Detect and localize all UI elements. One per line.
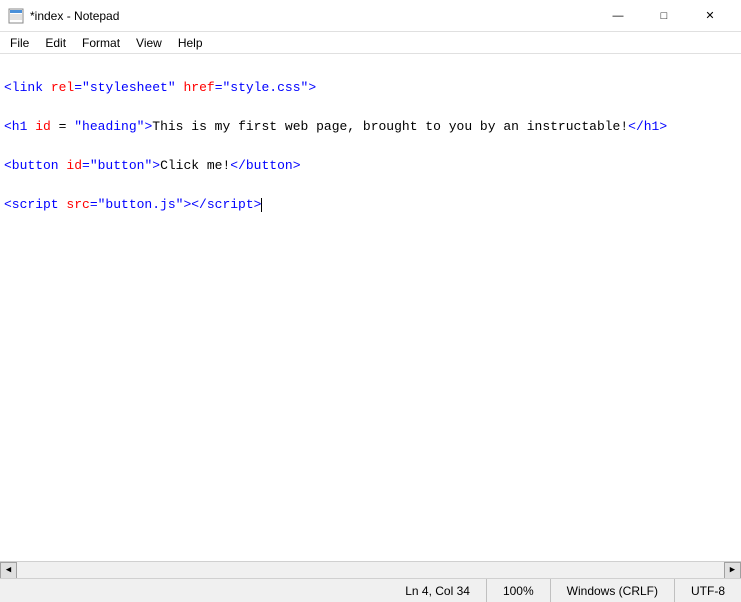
line-3: <button id="button">Click me!</button>	[4, 156, 737, 176]
menu-bar: File Edit Format View Help	[0, 32, 741, 54]
line-1: <link rel="stylesheet" href="style.css">	[4, 78, 737, 98]
editor-container: <link rel="stylesheet" href="style.css">…	[0, 54, 741, 578]
title-bar-left: *index - Notepad	[8, 8, 119, 24]
scroll-left-arrow[interactable]: ◀	[0, 562, 17, 579]
menu-edit[interactable]: Edit	[37, 34, 74, 52]
line-2: <h1 id = "heading">This is my first web …	[4, 117, 737, 137]
status-bar: Ln 4, Col 34 100% Windows (CRLF) UTF-8	[0, 578, 741, 602]
menu-format[interactable]: Format	[74, 34, 128, 52]
editor-area[interactable]: <link rel="stylesheet" href="style.css">…	[0, 54, 741, 561]
status-encoding: UTF-8	[675, 579, 741, 602]
scroll-track[interactable]	[17, 562, 724, 578]
close-button[interactable]: ✕	[687, 0, 733, 32]
title-bar-controls: — □ ✕	[595, 0, 733, 32]
menu-help[interactable]: Help	[170, 34, 211, 52]
scroll-right-arrow[interactable]: ▶	[724, 562, 741, 579]
window-title: *index - Notepad	[30, 9, 119, 23]
app-icon	[8, 8, 24, 24]
horizontal-scrollbar[interactable]: ◀ ▶	[0, 561, 741, 578]
menu-view[interactable]: View	[128, 34, 170, 52]
status-line-ending: Windows (CRLF)	[551, 579, 675, 602]
status-position: Ln 4, Col 34	[389, 579, 487, 602]
menu-file[interactable]: File	[2, 34, 37, 52]
minimize-button[interactable]: —	[595, 0, 641, 32]
status-zoom: 100%	[487, 579, 551, 602]
maximize-button[interactable]: □	[641, 0, 687, 32]
title-bar: *index - Notepad — □ ✕	[0, 0, 741, 32]
line-4: <script src="button.js"></script>	[4, 195, 737, 215]
